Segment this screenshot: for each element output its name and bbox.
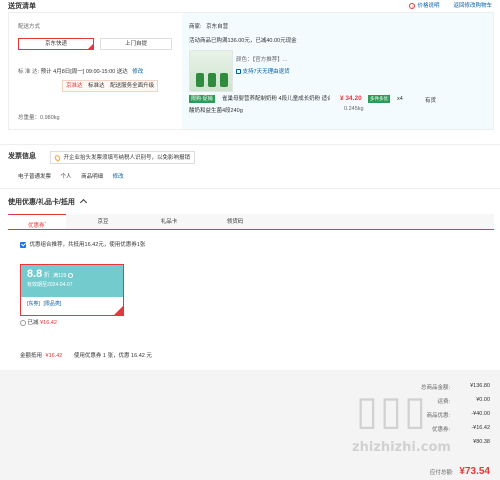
delivery-method-label: 配送方式 bbox=[18, 24, 41, 30]
product-image[interactable] bbox=[189, 50, 233, 92]
tab-redeem-code[interactable]: 领货码 bbox=[206, 214, 264, 229]
price-tag: 多件多优 bbox=[368, 95, 390, 103]
product-desc: 酸奶和益生菌4段240g bbox=[189, 108, 243, 114]
color-line: 颜色：【官方推荐】... bbox=[236, 57, 288, 63]
limit-tag: 限购·促销 bbox=[189, 95, 215, 103]
promo-text: 活动商品已购满136.00元，已减40.00元现金 bbox=[189, 38, 297, 44]
invoice-detail: 电子普通发票 个人 商品明细 修改 bbox=[18, 174, 124, 180]
selected-corner-icon bbox=[114, 306, 123, 315]
info-icon bbox=[20, 319, 26, 326]
watermark-logo: ▯▯▯ bbox=[356, 388, 429, 434]
recommend-option[interactable]: 优惠组合推荐，共抵用16.42元，使用优惠券1张 bbox=[20, 240, 145, 248]
total-weight: 总重量：0.980kg bbox=[18, 115, 60, 121]
can-icon bbox=[196, 73, 204, 87]
upgrade-bar[interactable]: 京准达 标准达 配送服务全面升级 bbox=[62, 80, 159, 92]
coupon-amount: 8.8 bbox=[27, 268, 43, 280]
pay-total-value: ¥73.54 bbox=[459, 466, 490, 477]
invoice-title: 发票信息 bbox=[8, 153, 36, 160]
page-title: 送货清单 bbox=[8, 3, 36, 10]
delivery-time-edit[interactable]: 修改 bbox=[132, 69, 143, 75]
can-icon bbox=[208, 73, 216, 87]
coupon-tabs: 优惠券* 京豆 礼品卡 领货码 bbox=[8, 214, 494, 230]
invoice-tip: 开企业抬头发票须填写纳税人识别号，以免影响报销 bbox=[50, 151, 196, 164]
self-pickup-button[interactable]: 上门自提 bbox=[100, 38, 172, 50]
stock-status: 有货 bbox=[425, 98, 437, 104]
info-icon: ! bbox=[409, 2, 416, 9]
location-pin-icon bbox=[53, 153, 62, 162]
divider bbox=[0, 188, 500, 189]
pay-total: 应付总额: ¥73.54 bbox=[429, 466, 490, 477]
checkbox[interactable] bbox=[20, 241, 26, 248]
coupon-validity: 有效期至2024-04-07 bbox=[27, 282, 73, 288]
tab-coupons[interactable]: 优惠券* bbox=[8, 214, 66, 229]
jzd-badge: 京准达 bbox=[66, 83, 83, 89]
coupon-card[interactable]: 8.8 折 满129 有效期至2024-04-07 [东券] [限品类] bbox=[20, 264, 124, 316]
header-links: ! 价格说明 返回修改购物车 bbox=[409, 1, 492, 9]
return-service[interactable]: 支持7天无理由退货 bbox=[236, 67, 290, 75]
can-icon bbox=[220, 73, 228, 87]
info-icon bbox=[67, 273, 73, 279]
coupon-used: 已减 ¥16.42 bbox=[20, 318, 57, 326]
tab-jingdou[interactable]: 京豆 bbox=[74, 214, 132, 229]
divider bbox=[0, 144, 500, 145]
back-to-cart-link[interactable]: 返回修改购物车 bbox=[453, 1, 492, 9]
price-info-link[interactable]: ! 价格说明 bbox=[409, 1, 439, 9]
product-qty: x4 bbox=[397, 96, 403, 102]
merchant-line: 商家: 京东自营 bbox=[189, 24, 229, 30]
product-name[interactable]: 雀巢母婴营养配制奶粉 4段儿童成长奶粉 适合3-6岁 800g*4罐 bbox=[222, 95, 330, 103]
coupon-total: 金额抵用 ¥16.42 使用优惠券 1 张，优惠 16.42 元 bbox=[20, 353, 152, 359]
coupon-header: 8.8 折 满129 有效期至2024-04-07 bbox=[21, 265, 123, 297]
coupon-footer: [东券] [限品类] bbox=[21, 297, 123, 315]
shield-icon bbox=[236, 69, 241, 75]
delivery-time: 标 准 达: 预计 4月8日[周一] 09:00-15:00 送达 修改 bbox=[18, 69, 144, 75]
product-weight: 0.245kg bbox=[344, 106, 364, 112]
watermark-text: zhizhizhi.com bbox=[352, 440, 451, 455]
chevron-up-icon bbox=[79, 198, 87, 207]
coupon-section-title[interactable]: 使用优惠/礼品卡/抵用 bbox=[8, 197, 87, 207]
tab-gift-card[interactable]: 礼品卡 bbox=[140, 214, 198, 229]
jd-express-button[interactable]: 京东快递 bbox=[18, 38, 94, 50]
product-price: ¥ 34.20 bbox=[340, 95, 362, 102]
invoice-edit-link[interactable]: 修改 bbox=[113, 174, 124, 180]
